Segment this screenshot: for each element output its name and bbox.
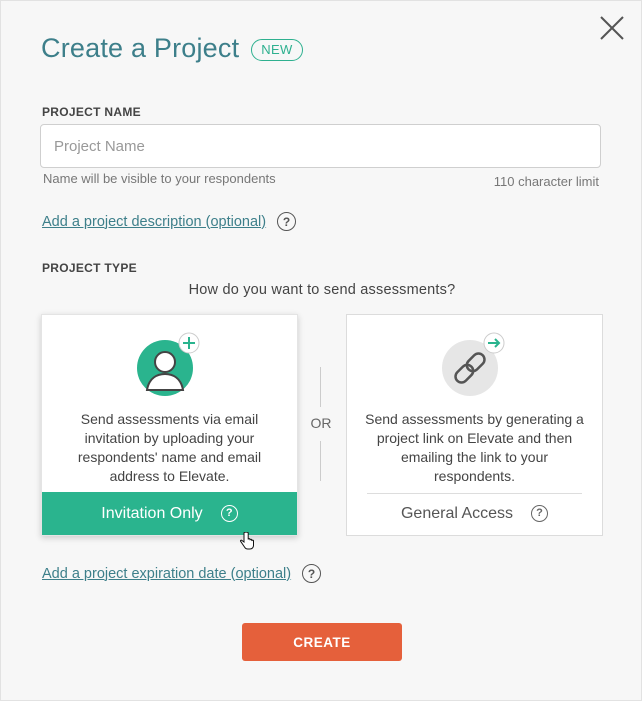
expiration-link-row: Add a project expiration date (optional)… [42,564,322,583]
dialog-title: Create a Project [41,33,240,63]
project-type-label: PROJECT TYPE [42,261,137,275]
project-name-field-wrap [40,124,601,168]
description-link-row: Add a project description (optional) ? [42,212,297,231]
help-icon[interactable]: ? [220,505,238,522]
project-type-question: How do you want to send assessments? [188,282,456,298]
general-access-title: General Access [400,504,514,522]
help-icon[interactable]: ? [302,564,322,583]
hand-cursor-icon [239,531,255,550]
new-badge: NEW [251,38,303,61]
or-text: OR [310,415,332,431]
add-expiration-date-link[interactable]: Add a project expiration date (optional) [42,566,291,582]
title-row: Create a Project NEW [41,33,303,64]
help-icon[interactable]: ? [277,212,297,231]
project-name-input[interactable] [41,125,600,167]
invitation-only-card[interactable]: Send assessments via email invitation by… [41,314,298,536]
create-project-dialog: Create a Project NEW PROJECT NAME Name w… [0,0,642,701]
invitation-only-title: Invitation Only [101,504,203,522]
add-description-link[interactable]: Add a project description (optional) [42,214,266,230]
general-access-description: Send assessments by generating a project… [365,411,584,484]
project-name-hint: Name will be visible to your respondents [43,171,276,186]
character-limit-text: 110 character limit [493,174,599,189]
or-separator: OR [310,367,332,481]
create-button[interactable]: CREATE [242,623,402,661]
general-access-card[interactable]: Send assessments by generating a project… [346,314,603,536]
user-plus-icon [136,332,206,396]
project-name-label: PROJECT NAME [42,105,141,119]
invitation-only-description: Send assessments via email invitation by… [77,411,262,484]
link-icon [441,332,511,396]
general-access-footer[interactable]: General Access ? [347,492,602,535]
help-icon[interactable]: ? [531,505,549,522]
invitation-only-footer[interactable]: Invitation Only ? [42,492,297,535]
close-icon[interactable] [598,14,626,42]
